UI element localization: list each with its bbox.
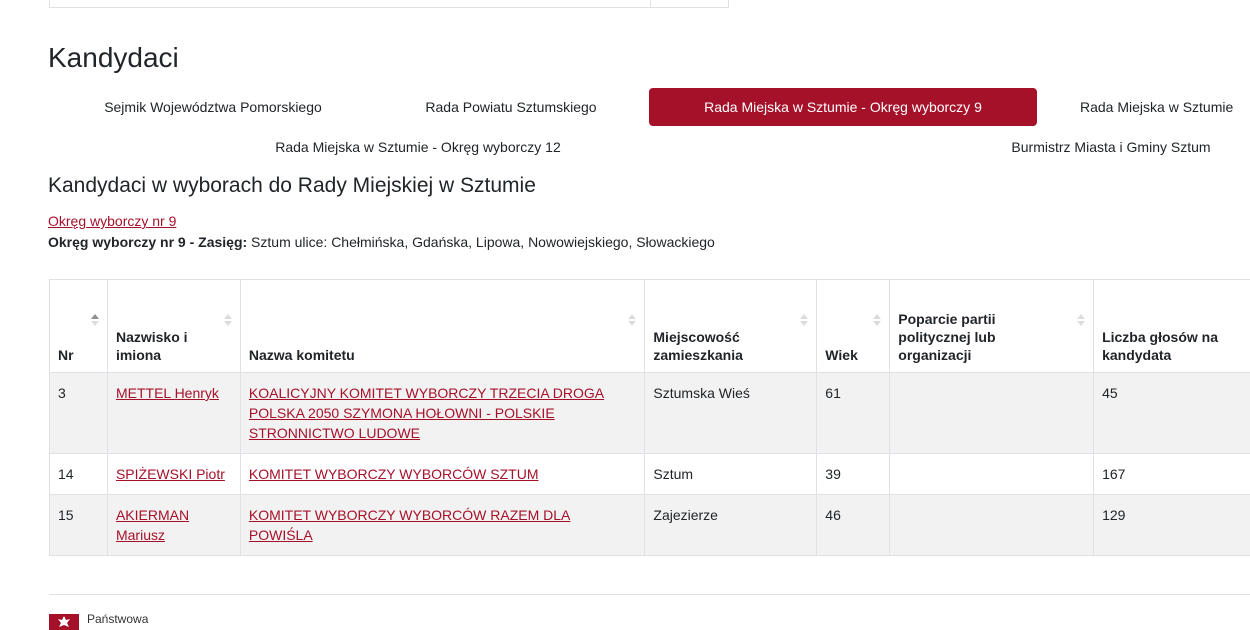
table-row: 15 AKIERMAN Mariusz KOMITET WYBORCZY WYB… xyxy=(49,494,1250,556)
cell-nr: 14 xyxy=(49,453,108,495)
header-name[interactable]: Nazwisko i imiona xyxy=(106,279,241,373)
table-row: 14 SPIŻEWSKI Piotr KOMITET WYBORCZY WYBO… xyxy=(49,453,1250,495)
header-committee[interactable]: Nazwa komitetu xyxy=(239,279,646,373)
cell-votes: 129 xyxy=(1093,494,1250,556)
committee-link[interactable]: KOMITET WYBORCZY WYBORCÓW RAZEM DLA POWI… xyxy=(249,507,571,543)
table-row: 3 METTEL Henryk KOALICYJNY KOMITET WYBOR… xyxy=(49,372,1250,454)
footer-logo-text: Państwowa xyxy=(87,612,149,626)
candidates-subtitle: Kandydaci w wyborach do Rady Miejskiej w… xyxy=(48,174,536,197)
section-title: Kandydaci xyxy=(48,42,179,73)
cell-age: 39 xyxy=(816,453,891,495)
cell-committee: KOALICYJNY KOMITET WYBORCZY TRZECIA DROG… xyxy=(239,372,646,454)
tab-sejmik[interactable]: Sejmik Województwa Pomorskiego xyxy=(83,88,343,126)
candidate-link[interactable]: SPIŻEWSKI Piotr xyxy=(116,466,225,482)
cell-votes: 167 xyxy=(1093,453,1250,495)
district-info: Okręg wyborczy nr 9 - Zasięg: Sztum ulic… xyxy=(48,234,715,250)
cell-place: Sztumska Wieś xyxy=(644,372,818,454)
header-nr[interactable]: Nr xyxy=(49,279,108,373)
cell-place: Zajezierze xyxy=(644,494,818,556)
sort-icon xyxy=(1077,314,1086,326)
sort-icon xyxy=(628,314,637,326)
cell-support xyxy=(889,494,1095,556)
committee-link[interactable]: KOALICYJNY KOMITET WYBORCZY TRZECIA DROG… xyxy=(249,385,604,441)
tab-rada-miejska-okreg-9[interactable]: Rada Miejska w Sztumie - Okręg wyborczy … xyxy=(649,88,1037,126)
sort-icon xyxy=(873,314,882,326)
cell-nr: 3 xyxy=(49,372,108,454)
sort-icon xyxy=(223,314,232,326)
cell-support xyxy=(889,453,1095,495)
cell-committee: KOMITET WYBORCZY WYBORCÓW SZTUM xyxy=(239,453,646,495)
cell-votes: 45 xyxy=(1093,372,1250,454)
header-votes[interactable]: Liczba głosów na kandydata xyxy=(1093,279,1250,373)
header-place[interactable]: Miejscowość zamieszkania xyxy=(644,279,818,373)
cell-age: 61 xyxy=(816,372,891,454)
header-age[interactable]: Wiek xyxy=(816,279,891,373)
table-header-row: Nr Nazwisko i imiona Nazwa komitetu Miej… xyxy=(49,279,1250,373)
cell-name: METTEL Henryk xyxy=(106,372,241,454)
district-info-value: Sztum ulice: Chełmińska, Gdańska, Lipowa… xyxy=(247,234,715,250)
previous-table-bottom xyxy=(49,0,729,8)
cell-committee: KOMITET WYBORCZY WYBORCÓW RAZEM DLA POWI… xyxy=(239,494,646,556)
sort-icon xyxy=(800,314,809,326)
cell-age: 46 xyxy=(816,494,891,556)
tab-rada-powiatu[interactable]: Rada Powiatu Sztumskiego xyxy=(404,88,618,126)
pkw-logo-icon xyxy=(49,614,79,630)
candidate-link[interactable]: METTEL Henryk xyxy=(116,385,219,401)
candidate-link[interactable]: AKIERMAN Mariusz xyxy=(116,507,189,543)
district-link[interactable]: Okręg wyborczy nr 9 xyxy=(48,213,176,229)
footer-divider xyxy=(49,594,1250,595)
cell-support xyxy=(889,372,1095,454)
committee-link[interactable]: KOMITET WYBORCZY WYBORCÓW SZTUM xyxy=(249,466,539,482)
candidates-table: Nr Nazwisko i imiona Nazwa komitetu Miej… xyxy=(49,279,1250,556)
cell-place: Sztum xyxy=(644,453,818,495)
cell-name: SPIŻEWSKI Piotr xyxy=(106,453,241,495)
cell-nr: 15 xyxy=(49,494,108,556)
tab-rada-miejska[interactable]: Rada Miejska w Sztumie xyxy=(1068,88,1250,126)
tab-rada-miejska-okreg-12[interactable]: Rada Miejska w Sztumie - Okręg wyborczy … xyxy=(250,128,586,166)
cell-name: AKIERMAN Mariusz xyxy=(106,494,241,556)
district-info-label: Okręg wyborczy nr 9 - Zasięg: xyxy=(48,234,248,250)
sort-icon xyxy=(90,314,99,326)
tab-burmistrz[interactable]: Burmistrz Miasta i Gminy Sztum xyxy=(988,128,1234,166)
header-support[interactable]: Poparcie partii politycznej lub organiza… xyxy=(889,279,1095,373)
